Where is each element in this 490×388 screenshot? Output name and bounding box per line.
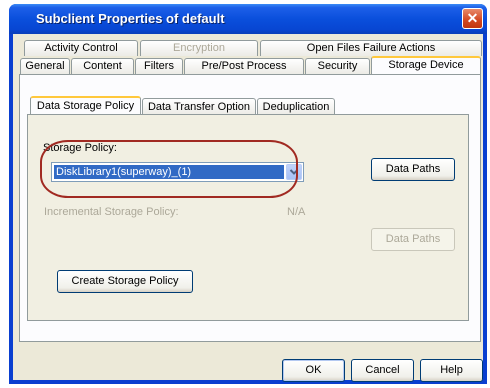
help-button[interactable]: Help [420, 359, 483, 382]
tab-general[interactable]: General [20, 58, 70, 74]
tab-data-storage-policy[interactable]: Data Storage Policy [30, 96, 141, 115]
close-button[interactable]: ✕ [462, 8, 483, 29]
cancel-button[interactable]: Cancel [351, 359, 414, 382]
create-storage-policy-button[interactable]: Create Storage Policy [57, 270, 193, 293]
tab-filters[interactable]: Filters [135, 58, 183, 74]
tab-encryption[interactable]: Encryption [140, 40, 258, 56]
tab-data-transfer-option[interactable]: Data Transfer Option [142, 98, 256, 115]
incremental-storage-policy-value: N/A [287, 206, 306, 218]
tab-deduplication[interactable]: Deduplication [257, 98, 335, 115]
title-bar[interactable]: Subclient Properties of default ✕ [9, 4, 487, 34]
tab-security[interactable]: Security [305, 58, 370, 74]
highlight-annotation [40, 140, 298, 198]
tab-activity-control[interactable]: Activity Control [24, 40, 138, 56]
close-icon: ✕ [466, 10, 479, 26]
data-paths-button[interactable]: Data Paths [371, 158, 455, 181]
window-title: Subclient Properties of default [36, 11, 225, 26]
incremental-storage-policy-label: Incremental Storage Policy: [44, 206, 179, 218]
tab-pre-post-process[interactable]: Pre/Post Process [184, 58, 304, 74]
incremental-data-paths-button[interactable]: Data Paths [371, 228, 455, 251]
tab-content[interactable]: Content [71, 58, 134, 74]
tab-storage-device[interactable]: Storage Device [371, 56, 481, 75]
ok-button[interactable]: OK [282, 359, 345, 382]
tab-open-files-failure-actions[interactable]: Open Files Failure Actions [260, 40, 482, 56]
